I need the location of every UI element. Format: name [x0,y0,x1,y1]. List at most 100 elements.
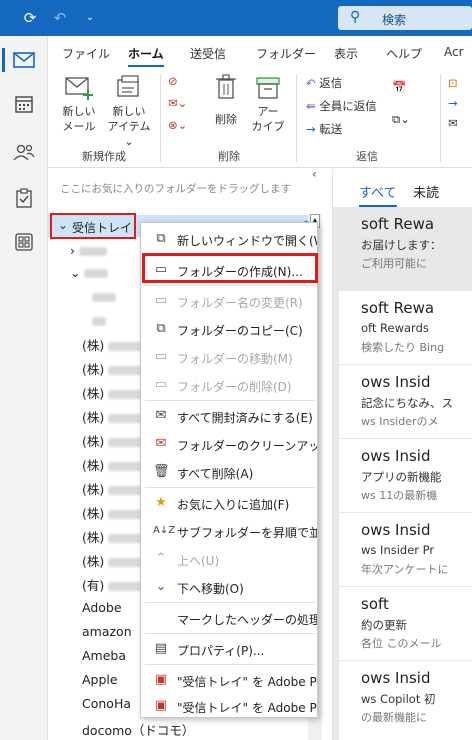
menu-item-sort-subfolders[interactable]: A↓Z サブフォルダーを昇順で並べ替え(Z) [141,517,317,545]
undo-icon[interactable]: ↶ [50,8,70,28]
message-item[interactable]: ows Insid アプリの新機能 ws 11の最新機 [333,439,472,513]
apps-nav[interactable] [0,222,48,262]
menu-item-properties[interactable]: ▤ プロパティ(P)... [141,635,317,663]
message-item[interactable]: soft 約の更新 各位 このメール [333,587,472,661]
menu-item-label: "受信トレイ" を Adobe PDF に追加(F) [177,701,317,715]
message-sender: soft Rewa [361,299,435,317]
folder-item-apple[interactable]: Apple [82,672,118,687]
message-subject: 記念にちなみ、ス [361,396,453,410]
reply-all-button[interactable]: ⇚ 全員に返信 [306,98,377,114]
redacted-text [92,317,106,326]
quick-step-3[interactable]: ✉ [448,116,458,130]
quick-step-icon: ⊡ [448,76,458,90]
archive-button[interactable]: アー カイブ [248,74,288,134]
tab-send-receive[interactable]: 送受信 [190,45,226,62]
ignore-icon: ⊘ [168,74,178,88]
folder-subitem[interactable] [92,313,106,328]
message-item[interactable]: soft Rewa お届けします： ご利用可能に [333,207,472,291]
menu-item-move-down[interactable]: ⌄ 下へ移動(O) [141,573,317,601]
folder-prefix: (株) [82,362,105,377]
message-item[interactable]: ows Insid 記念にちなみ、ス ws Insiderのメ [333,365,472,439]
menu-item-cleanup[interactable]: ✉ フォルダーのクリーンアップ(L) [141,430,317,458]
menu-item-add-favorite[interactable]: ★ お気に入りに追加(F) [141,489,317,517]
tab-folder[interactable]: フォルダー [256,45,316,62]
message-sender: soft [361,595,389,613]
menu-item-label: 新しいウィンドウで開く(W) [177,234,318,248]
tab-acrobat[interactable]: Acr [444,45,464,59]
chevron-right-icon: › [70,243,75,258]
menu-item-label: プロパティ(P)... [177,644,265,658]
quick-step-1[interactable]: ⊡ [448,76,458,90]
group-separator [296,74,297,162]
sync-icon[interactable]: ⟳ [20,8,40,28]
collapse-folder-pane-button[interactable]: ‹ [312,167,317,181]
reply-label: 返信 [319,76,343,90]
people-nav[interactable] [0,132,48,172]
sort-icon: A↓Z [153,525,176,536]
menu-item-move-folder: ▭ フォルダーの移動(M) [141,343,317,371]
archive-label-line1: アー [257,105,279,118]
calendar-nav[interactable] [0,84,48,124]
new-items-button[interactable]: 新しい アイテム ⌄ [104,74,154,149]
message-subject: お届けします： [361,238,442,252]
menu-item-process-headers[interactable]: マークしたヘッダーの処理(M) [141,604,317,632]
menu-item-label: マークしたヘッダーの処理(M) [177,613,317,627]
tab-file[interactable]: ファイル [62,45,110,62]
menu-item-copy-folder[interactable]: ⧉ フォルダーのコピー(C) [141,315,317,343]
folder-item-amazon[interactable]: amazon [82,624,132,639]
menu-item-open-new-window[interactable]: ⧉ 新しいウィンドウで開く(W) [141,225,318,253]
redacted-text [84,269,109,278]
search-box[interactable]: ⚲ 検索 [338,6,472,30]
delete-button[interactable]: 削除 [208,74,244,127]
menu-item-delete-all[interactable]: 🗑 すべて削除(A) [141,458,317,486]
message-item[interactable]: soft Rewa oft Rewards 検索したり Bing [333,291,472,365]
message-status-bar [333,365,339,438]
new-mail-icon [65,77,93,100]
folder-item-adobe[interactable]: Adobe [82,600,122,615]
menu-item-label: すべて削除(A) [177,467,254,481]
message-item[interactable]: ows Insid ws Insider Pr 年次アンケートに [333,513,472,587]
reply-button[interactable]: ↶ 返信 [306,75,342,91]
cleanup-button[interactable]: ✉⌄ [168,96,187,110]
more-respond-button[interactable]: ⧉⌄ [392,112,410,127]
message-item[interactable]: ows Insid ws Copilot 初 の最新機能に [333,661,472,740]
forward-button[interactable]: → 転送 [306,121,342,137]
menu-item-pdf-append[interactable]: ▣ "受信トレイ" を Adobe PDF に追加(F) [141,692,317,717]
folder-subitem[interactable]: › [70,243,107,258]
tab-view[interactable]: 表示 [334,45,358,62]
message-sender: ows Insid [361,373,431,391]
tasks-nav[interactable] [0,178,48,218]
highlight-box-create-folder [142,253,318,283]
menu-item-move-up: ⌃ 上へ(U) [141,545,317,573]
meeting-button[interactable]: 📅 [392,80,406,94]
tab-home[interactable]: ホーム [128,45,164,67]
message-preview: ws 11の最新機 [361,489,438,502]
redacted-text [78,247,107,256]
menu-separator [145,487,315,488]
move-folder-icon: ▭ [154,349,168,364]
menu-item-label: フォルダーのコピー(C) [177,324,303,338]
tab-help[interactable]: ヘルプ [386,45,422,62]
folder-subitem[interactable]: ⌄ [70,265,109,280]
menu-item-pdf-convert[interactable]: ▣ "受信トレイ" を Adobe PDF に変換(B) [141,666,317,694]
message-subject: ws Insider Pr [361,543,435,557]
quick-step-2[interactable]: → [448,96,458,110]
tasks-icon [16,188,32,208]
group-separator [440,74,441,162]
mail-nav[interactable] [0,40,48,80]
search-icon: ⚲ [350,9,361,25]
folder-item-docomo[interactable]: docomo（ドコモ） [82,720,194,739]
menu-item-mark-all-read[interactable]: ✉ すべて開封済みにする(E) [141,402,317,430]
new-mail-button[interactable]: 新しい メール [58,74,100,134]
tab-all[interactable]: すべて [359,182,397,207]
folder-item-ameba[interactable]: Ameba [82,648,126,663]
customize-dropdown-icon[interactable]: ⌄ [80,8,100,28]
folder-item-conoha[interactable]: ConoHa [82,696,131,711]
ignore-button[interactable]: ⊘ [168,74,178,88]
junk-button[interactable]: ⊗⌄ [168,118,187,132]
meeting-icon: 📅 [392,80,407,94]
folder-subitem[interactable] [92,289,116,304]
archive-label-line2: カイブ [251,120,285,133]
search-label: 検索 [382,13,407,27]
tab-unread[interactable]: 未読 [413,182,439,201]
